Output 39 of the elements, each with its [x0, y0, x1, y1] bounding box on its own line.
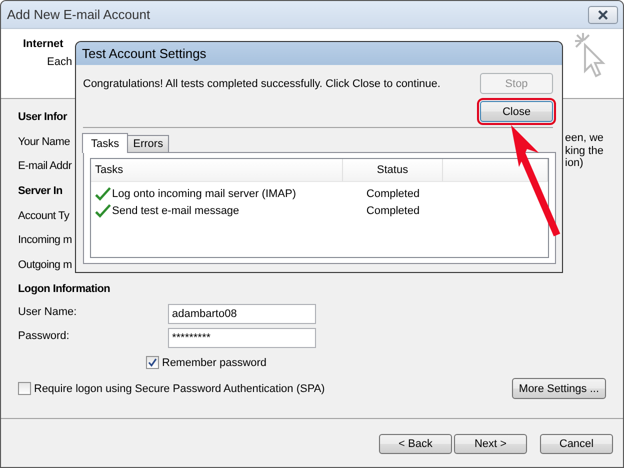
field-label: Password: — [18, 328, 70, 344]
checkbox[interactable] — [18, 382, 31, 396]
header-title: Internet — [23, 38, 64, 52]
wizard-button[interactable]: < Back — [379, 434, 452, 454]
field-label: Your Name — [18, 136, 70, 148]
checkbox[interactable] — [146, 356, 159, 370]
header-subtitle: Each — [47, 56, 72, 68]
section-heading: Server In — [18, 185, 62, 198]
task-cell: Send test e-mail message — [112, 204, 240, 216]
user-name-field[interactable]: adambarto08 — [168, 304, 316, 324]
field-label: E-mail Addr — [18, 160, 72, 172]
dialog-message: Congratulations! All tests completed successfully. Click Close to continue. — [83, 77, 440, 92]
note-text: king the — [565, 144, 604, 157]
close-button[interactable] — [588, 6, 618, 24]
status-cell-text: Completed — [365, 188, 421, 200]
field-label: Account Ty — [18, 210, 70, 222]
wizard-button[interactable]: Next > — [454, 434, 527, 454]
checkbox-label: Require logon using Secure Password Authentication (SPA) — [34, 382, 325, 395]
dialog-title: Test Account Settings — [82, 46, 206, 61]
field-label: User Name: — [18, 304, 78, 320]
task-cell: Log onto incoming mail server (IMAP) — [112, 188, 296, 200]
wizard-button[interactable]: Cancel — [540, 434, 613, 454]
section-heading: User Infor — [18, 111, 67, 124]
column-header: Status — [343, 159, 443, 181]
field-label: Incoming m — [18, 234, 72, 246]
field-label: Outgoing m — [18, 258, 72, 271]
close-icon — [597, 10, 609, 20]
tab[interactable]: Tasks — [82, 133, 128, 153]
dialog-button[interactable]: Close — [480, 101, 553, 122]
column-header: Tasks — [91, 159, 343, 181]
checkbox-label: Remember password — [162, 356, 267, 369]
window-title: Add New E-mail Account — [7, 7, 150, 22]
password-field[interactable]: ********* — [168, 328, 316, 348]
note-text: ion) — [565, 157, 584, 170]
note-text: een, we — [565, 132, 604, 144]
section-heading: Logon Information — [18, 283, 110, 296]
more-settings-button[interactable]: More Settings ... — [512, 378, 606, 400]
status-cell-text: Completed — [365, 204, 421, 216]
tab[interactable]: Errors — [127, 135, 170, 152]
